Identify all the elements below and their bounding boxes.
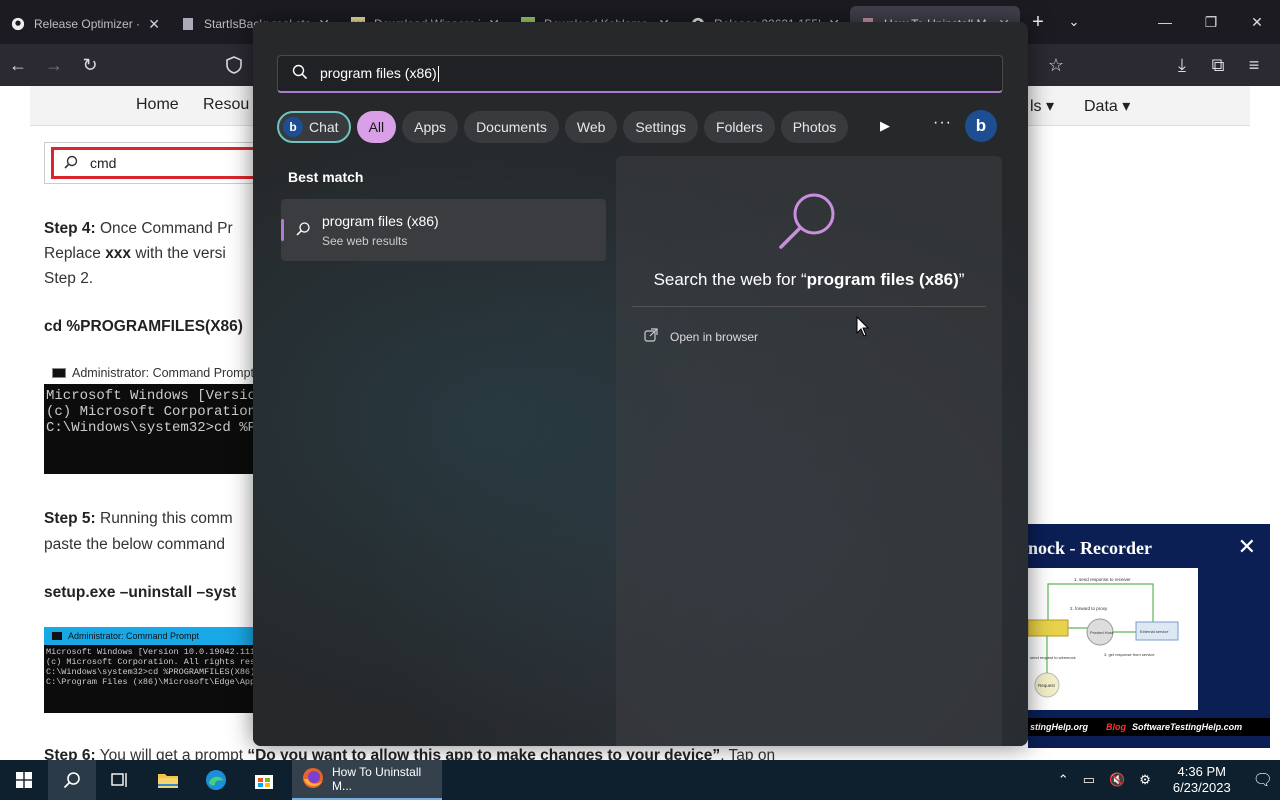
search-query: program files (x86) bbox=[320, 64, 437, 81]
step4-line1: Step 4: Once Command Pr bbox=[44, 220, 233, 237]
diagram-label: 1. send response to receiver bbox=[1074, 577, 1131, 582]
downloads-icon[interactable]: ⤓ bbox=[1164, 49, 1200, 81]
best-match-result[interactable]: program files (x86) See web results bbox=[281, 199, 606, 261]
recorder-popup: nock - Recorder ✕ 1. send response to re… bbox=[1028, 524, 1270, 748]
preview-title: Search the web for “program files (x86)” bbox=[653, 270, 965, 289]
result-preview-pane: Search the web for “program files (x86)”… bbox=[616, 156, 1002, 746]
step4-line3: Step 2. bbox=[44, 270, 94, 287]
search-icon bbox=[295, 221, 311, 242]
filter-all[interactable]: All bbox=[356, 111, 397, 143]
taskbar: How To Uninstall M... ⌃ ▭ 🔇 ⚙ 4:36 PM 6/… bbox=[0, 760, 1280, 800]
result-subtitle: See web results bbox=[322, 234, 408, 248]
search-icon[interactable] bbox=[48, 760, 96, 800]
tab-list-chevron-icon[interactable]: ⌄ bbox=[1056, 14, 1092, 30]
extensions-icon[interactable]: ⧉ bbox=[1200, 49, 1236, 81]
search-icon bbox=[292, 64, 308, 83]
external-link-icon bbox=[644, 328, 658, 345]
settings-gear-icon[interactable]: ⚙ bbox=[1132, 772, 1158, 788]
diagram-label: send request to wiremock bbox=[1030, 655, 1076, 660]
filter-apps[interactable]: Apps bbox=[402, 111, 459, 143]
text-caret bbox=[437, 66, 439, 83]
nav-resources[interactable]: Resou bbox=[203, 96, 249, 114]
filter-chat[interactable]: b Chat bbox=[277, 111, 351, 143]
step5-line2: paste the below command bbox=[44, 536, 225, 553]
volume-muted-icon[interactable]: 🔇 bbox=[1102, 772, 1132, 788]
selection-indicator bbox=[281, 219, 284, 241]
mouse-cursor-icon bbox=[856, 315, 870, 343]
toolbar-right: ☆ ⤓ ⧉ ≡ bbox=[1048, 49, 1272, 81]
search-icon bbox=[777, 190, 839, 257]
step4-line2: Replace xxx with the versi bbox=[44, 245, 226, 262]
restore-icon[interactable]: ❐ bbox=[1188, 0, 1234, 44]
cmd-screenshot-1: Administrator: Command Prompt Microsoft … bbox=[44, 362, 254, 474]
forward-icon[interactable]: → bbox=[36, 49, 72, 81]
system-tray: ⌃ ▭ 🔇 ⚙ 4:36 PM 6/23/2023 🗨 bbox=[1051, 760, 1280, 800]
filter-folders[interactable]: Folders bbox=[704, 111, 775, 143]
close-icon[interactable]: ✕ bbox=[1238, 534, 1256, 560]
firefox-icon bbox=[302, 767, 324, 792]
minimize-icon[interactable]: — bbox=[1142, 0, 1188, 44]
diagram-label: 2. forward to proxy bbox=[1070, 606, 1108, 611]
filter-photos[interactable]: Photos bbox=[780, 111, 849, 143]
bing-icon[interactable]: b bbox=[965, 110, 997, 142]
github-icon bbox=[10, 16, 26, 32]
chevron-up-icon[interactable]: ⌃ bbox=[1051, 772, 1076, 788]
divider bbox=[632, 306, 986, 307]
diagram-label: 3. get response from service bbox=[1104, 652, 1155, 657]
filter-settings[interactable]: Settings bbox=[623, 111, 699, 143]
search-input[interactable]: program files (x86) bbox=[277, 55, 1003, 93]
cmd-screenshot-2: Administrator: Command Prompt Microsoft … bbox=[44, 627, 254, 713]
cmd-command-text: cd %PROGRAMFILES(X86) bbox=[44, 318, 243, 335]
menu-icon[interactable]: ≡ bbox=[1236, 49, 1272, 81]
recorder-footer: stingHelp.org Blog SoftwareTestingHelp.c… bbox=[1028, 718, 1270, 736]
filter-web[interactable]: Web bbox=[564, 111, 618, 143]
notification-icon[interactable]: 🗨 bbox=[1246, 770, 1280, 790]
article-image-searchbox: cmd bbox=[44, 142, 291, 184]
edge-icon[interactable] bbox=[192, 760, 240, 800]
back-icon[interactable]: ← bbox=[0, 49, 36, 81]
task-view-icon[interactable] bbox=[96, 760, 144, 800]
close-icon[interactable]: ✕ bbox=[148, 16, 160, 33]
windows-start-icon[interactable] bbox=[0, 760, 48, 800]
search-filter-bar: b Chat All Apps Documents Web Settings F… bbox=[277, 110, 849, 144]
bookmark-star-icon[interactable]: ☆ bbox=[1038, 49, 1074, 81]
recorder-diagram: 1. send response to receiver 2. forward … bbox=[1028, 568, 1198, 710]
recorder-title: nock - Recorder bbox=[1028, 538, 1152, 558]
setup-command-text: setup.exe –uninstall –syst bbox=[44, 584, 237, 601]
nav-data[interactable]: Data ▾ bbox=[1084, 96, 1130, 116]
open-in-browser-link[interactable]: Open in browser bbox=[644, 328, 758, 345]
diagram-label: Proxied Host bbox=[1090, 630, 1114, 635]
window-controls: — ❐ ✕ bbox=[1142, 0, 1280, 44]
more-options-icon[interactable]: ··· bbox=[933, 114, 952, 132]
best-match-label: Best match bbox=[288, 169, 364, 185]
network-icon[interactable]: ▭ bbox=[1076, 772, 1102, 788]
filter-documents[interactable]: Documents bbox=[464, 111, 559, 143]
file-explorer-icon[interactable] bbox=[144, 760, 192, 800]
shield-icon[interactable] bbox=[216, 49, 252, 81]
clock[interactable]: 4:36 PM 6/23/2023 bbox=[1158, 764, 1246, 796]
taskbar-firefox-app[interactable]: How To Uninstall M... bbox=[292, 760, 442, 800]
diagram-label: Request bbox=[1038, 683, 1056, 688]
step5-line1: Step 5: Running this comm bbox=[44, 510, 233, 527]
cmd-icon bbox=[52, 368, 66, 378]
nav-tools[interactable]: ls ▾ bbox=[1030, 96, 1054, 116]
close-window-icon[interactable]: ✕ bbox=[1234, 0, 1280, 44]
reload-icon[interactable]: ↻ bbox=[72, 49, 108, 81]
play-icon[interactable]: ▶ bbox=[880, 118, 890, 134]
windows-search-panel: program files (x86) b Chat All Apps Docu… bbox=[253, 22, 1028, 746]
browser-tab[interactable]: Release Optimizer · F ✕ bbox=[0, 6, 170, 42]
store-icon[interactable] bbox=[240, 760, 288, 800]
page-icon bbox=[180, 16, 196, 32]
cmd-icon bbox=[52, 632, 62, 640]
search-icon bbox=[64, 155, 78, 172]
nav-home[interactable]: Home bbox=[136, 96, 179, 114]
diagram-label: External service bbox=[1140, 629, 1169, 634]
result-title: program files (x86) bbox=[322, 213, 439, 229]
searchbox-text: cmd bbox=[90, 155, 117, 171]
bing-chat-icon: b bbox=[283, 117, 303, 137]
